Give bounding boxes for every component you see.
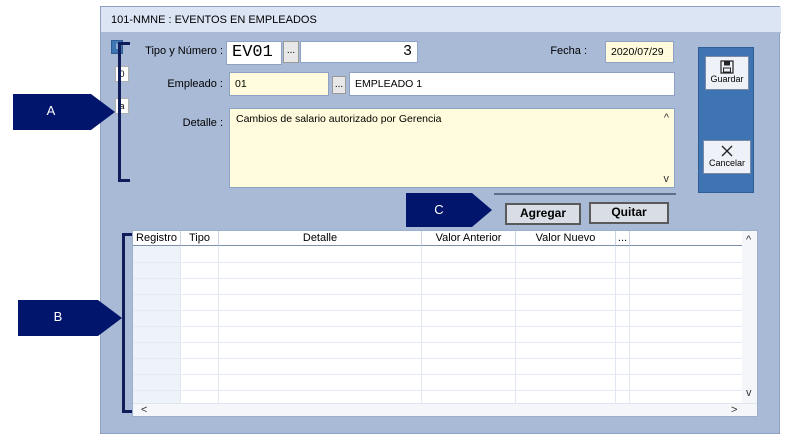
- column-header-valor-anterior[interactable]: Valor Anterior: [422, 231, 516, 246]
- column-header-registro[interactable]: Registro: [133, 231, 181, 246]
- detalle-textarea[interactable]: Cambios de salario autorizado por Gerenc…: [229, 108, 675, 188]
- valor-nuevo-column: [516, 246, 616, 403]
- empleado-name-field: EMPLEADO 1: [349, 72, 675, 96]
- registro-column: [133, 246, 181, 403]
- cancel-label: Cancelar: [708, 158, 746, 168]
- callout-b-label: B: [53, 309, 63, 324]
- table-row-line: [133, 390, 742, 391]
- detalle-text: Cambios de salario autorizado por Gerenc…: [236, 113, 442, 125]
- tipo-lookup-button[interactable]: ...: [283, 41, 299, 63]
- table-row-line: [133, 342, 742, 343]
- valor-anterior-column: [422, 246, 516, 403]
- callout-a-label: A: [46, 103, 56, 118]
- separator: [494, 193, 676, 195]
- empleado-code-input[interactable]: 01: [229, 72, 329, 96]
- detalle-column: [219, 246, 422, 403]
- table-row-line: [133, 278, 742, 279]
- save-button[interactable]: Guardar: [705, 56, 749, 90]
- fecha-label: Fecha :: [550, 45, 587, 57]
- bracket-a: [118, 42, 130, 182]
- more-column: [616, 246, 630, 403]
- add-button[interactable]: Agregar: [505, 203, 581, 225]
- tipo-label: Tipo y Número :: [145, 45, 223, 57]
- close-icon: [721, 145, 733, 157]
- floppy-disk-icon: [720, 60, 734, 74]
- column-header-filler: [630, 231, 742, 246]
- table-row-line: [133, 294, 742, 295]
- table-row-line: [133, 326, 742, 327]
- table-row-line: [133, 358, 742, 359]
- scroll-right-icon[interactable]: >: [731, 404, 737, 416]
- column-header-detalle[interactable]: Detalle: [219, 231, 422, 246]
- detalle-scroll-down-icon[interactable]: v: [664, 173, 670, 185]
- empleado-label: Empleado :: [167, 78, 223, 90]
- events-grid[interactable]: Registro Tipo Detalle Valor Anterior Val…: [132, 230, 758, 417]
- column-header-valor-nuevo[interactable]: Valor Nuevo: [516, 231, 616, 246]
- table-row-line: [133, 310, 742, 311]
- tipo-column: [181, 246, 219, 403]
- save-label: Guardar: [710, 74, 744, 84]
- column-header-more[interactable]: ...: [616, 231, 630, 246]
- table-row-line: [133, 262, 742, 263]
- tipo-input[interactable]: EV01: [226, 41, 282, 65]
- window-title: 101-NMNE : EVENTOS EN EMPLEADOS: [111, 14, 317, 26]
- table-row-line: [133, 374, 742, 375]
- scroll-left-icon[interactable]: <: [141, 404, 147, 416]
- horizontal-scrollbar[interactable]: < >: [133, 403, 757, 416]
- title-bar: 101-NMNE : EVENTOS EN EMPLEADOS: [101, 7, 781, 33]
- detalle-scroll-up-icon[interactable]: ^: [664, 112, 669, 124]
- scroll-up-icon[interactable]: ^: [746, 234, 751, 246]
- vertical-scrollbar[interactable]: ^ v: [742, 231, 757, 403]
- fecha-input[interactable]: 2020/07/29: [605, 41, 674, 63]
- detalle-label: Detalle :: [182, 117, 223, 129]
- action-toolbar: Guardar Cancelar: [698, 47, 754, 193]
- callout-c-label: C: [434, 202, 444, 217]
- numero-input[interactable]: 3: [300, 41, 418, 63]
- scroll-down-icon[interactable]: v: [746, 387, 752, 399]
- remove-button[interactable]: Quitar: [589, 202, 669, 224]
- column-header-tipo[interactable]: Tipo: [181, 231, 219, 246]
- empleado-lookup-button[interactable]: ...: [332, 76, 346, 94]
- cancel-button[interactable]: Cancelar: [703, 140, 751, 174]
